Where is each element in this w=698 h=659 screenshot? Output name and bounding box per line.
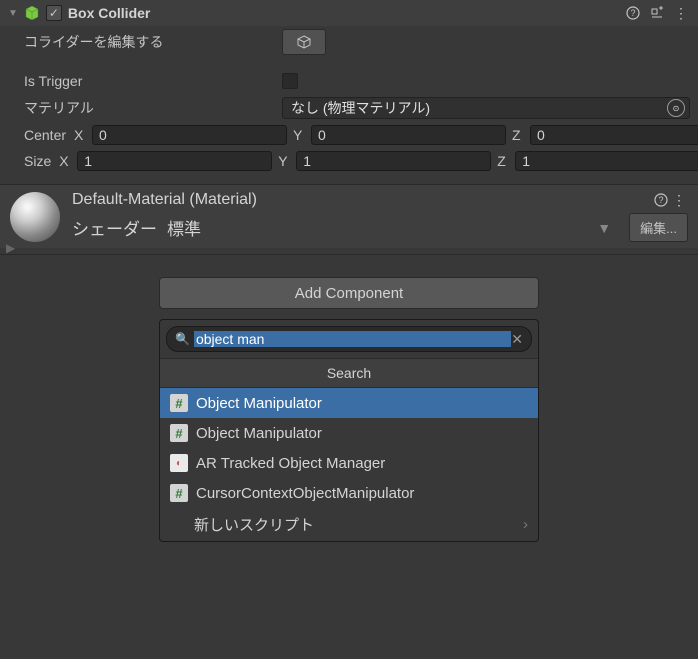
material-value: なし (物理マテリアル) xyxy=(291,98,430,118)
chevron-right-icon: › xyxy=(523,516,528,533)
script-icon: # xyxy=(170,424,188,442)
material-label: マテリアル xyxy=(24,98,274,118)
search-result-item[interactable]: # CursorContextObjectManipulator xyxy=(160,478,538,508)
component-title: Box Collider xyxy=(68,5,618,21)
axis-x2: X xyxy=(59,153,73,169)
edit-collider-button[interactable] xyxy=(282,29,326,55)
popup-title: Search xyxy=(160,358,538,388)
edit-collider-row: コライダーを編集する xyxy=(0,26,698,58)
is-trigger-label: Is Trigger xyxy=(24,73,274,89)
material-context-icon[interactable]: ⋮ xyxy=(670,191,688,209)
size-y-input[interactable] xyxy=(296,151,491,171)
search-result-item[interactable]: # Object Manipulator xyxy=(160,418,538,448)
search-input[interactable] xyxy=(194,331,511,347)
size-label: Size xyxy=(24,153,51,169)
add-component-button[interactable]: Add Component xyxy=(159,277,539,309)
context-menu-icon[interactable]: ⋮ xyxy=(672,4,690,22)
center-y-input[interactable] xyxy=(311,125,506,145)
search-result-item[interactable]: ◐ AR Tracked Object Manager xyxy=(160,448,538,478)
enable-checkbox[interactable]: ✓ xyxy=(46,5,62,21)
svg-text:?: ? xyxy=(630,8,635,18)
help-icon[interactable]: ? xyxy=(624,4,642,22)
size-z-input[interactable] xyxy=(515,151,698,171)
foldout-icon[interactable]: ▼ xyxy=(8,8,18,19)
result-label: AR Tracked Object Manager xyxy=(196,455,528,472)
add-component-area: Add Component 🔍 ✕ Search # Object Manipul… xyxy=(0,254,698,542)
search-input-row[interactable]: 🔍 ✕ xyxy=(166,326,532,352)
svg-text:?: ? xyxy=(658,195,663,205)
chevron-down-icon: ▼ xyxy=(597,220,611,236)
script-icon: # xyxy=(170,394,188,412)
axis-z: Z xyxy=(512,127,526,143)
result-label: Object Manipulator xyxy=(196,395,528,412)
size-x-input[interactable] xyxy=(77,151,272,171)
object-picker-icon[interactable]: ⊙ xyxy=(667,99,685,117)
new-script-item[interactable]: 新しいスクリプト › xyxy=(160,508,538,541)
search-results: # Object Manipulator # Object Manipulator ◐ A… xyxy=(160,388,538,508)
result-label: CursorContextObjectManipulator xyxy=(196,485,528,502)
center-row: Center X Y Z xyxy=(0,122,698,148)
center-z-input[interactable] xyxy=(530,125,698,145)
size-row: Size X Y Z xyxy=(0,148,698,174)
component-search-popup: 🔍 ✕ Search # Object Manipulator # Object Ma… xyxy=(159,319,539,542)
edit-collider-label: コライダーを編集する xyxy=(24,32,274,52)
clear-search-icon[interactable]: ✕ xyxy=(511,331,523,348)
result-label: Object Manipulator xyxy=(196,425,528,442)
shader-label: シェーダー xyxy=(72,215,157,240)
is-trigger-checkbox[interactable] xyxy=(282,73,298,89)
edit-material-button[interactable]: 編集... xyxy=(629,213,688,242)
is-trigger-row: Is Trigger xyxy=(0,68,698,94)
box-collider-icon xyxy=(24,5,40,21)
shader-dropdown[interactable]: 標準 xyxy=(167,215,587,240)
center-x-input[interactable] xyxy=(92,125,287,145)
material-row: マテリアル なし (物理マテリアル) ⊙ xyxy=(0,94,698,122)
ar-icon: ◐ xyxy=(170,454,188,472)
axis-z2: Z xyxy=(497,153,511,169)
physics-material-field[interactable]: なし (物理マテリアル) ⊙ xyxy=(282,97,690,119)
material-section: Default-Material (Material) ? ⋮ シェーダー 標準… xyxy=(0,184,698,248)
search-icon: 🔍 xyxy=(175,332,190,346)
axis-x: X xyxy=(74,127,88,143)
material-preview-sphere xyxy=(10,192,60,242)
material-title: Default-Material (Material) xyxy=(72,191,652,209)
material-help-icon[interactable]: ? xyxy=(652,191,670,209)
box-collider-header[interactable]: ▼ ✓ Box Collider ? ⋮ xyxy=(0,0,698,26)
preset-icon[interactable] xyxy=(648,4,666,22)
material-foldout-icon[interactable]: ▶ xyxy=(6,241,15,255)
axis-y2: Y xyxy=(278,153,292,169)
axis-y: Y xyxy=(293,127,307,143)
script-icon: # xyxy=(170,484,188,502)
center-label: Center xyxy=(24,127,66,143)
search-result-item[interactable]: # Object Manipulator xyxy=(160,388,538,418)
